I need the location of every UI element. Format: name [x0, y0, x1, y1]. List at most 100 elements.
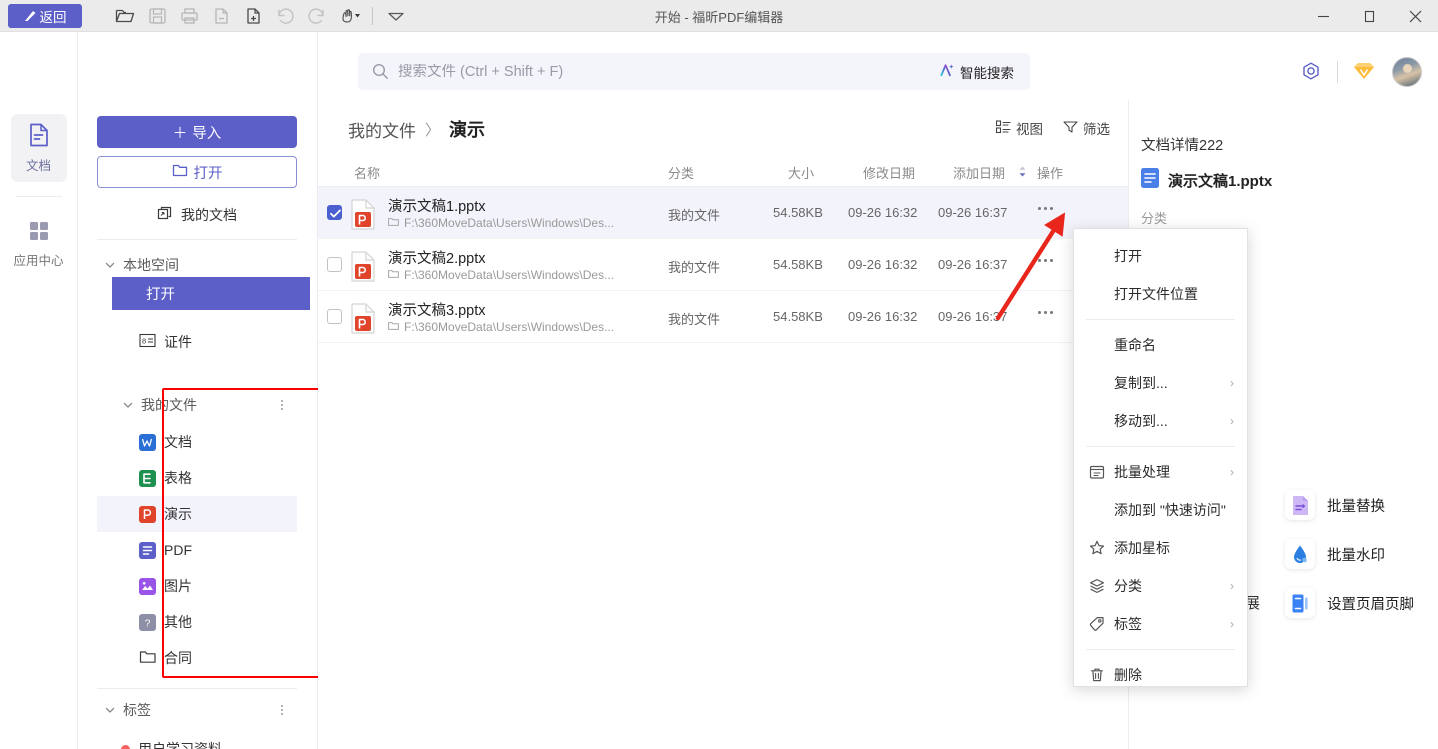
menu-item-category[interactable]: 分类 ›: [1074, 567, 1247, 605]
svg-text:8: 8: [142, 337, 146, 346]
maximize-button[interactable]: [1346, 0, 1392, 32]
folder-small-icon: [388, 320, 399, 334]
file-size: 54.58KB: [773, 257, 823, 272]
file-name[interactable]: 演示文稿1.pptx: [388, 195, 486, 216]
view-list-icon: [995, 119, 1011, 137]
column-header-size[interactable]: 大小: [788, 163, 814, 182]
open-button[interactable]: 打开: [97, 156, 297, 188]
back-button[interactable]: 返回: [8, 3, 82, 28]
user-avatar[interactable]: [1392, 57, 1422, 87]
group-tags[interactable]: 标签: [97, 695, 297, 725]
pptx-file-icon: [350, 251, 377, 282]
row-checkbox[interactable]: [327, 257, 342, 272]
tool-batch-watermark[interactable]: 批量水印: [1285, 539, 1385, 569]
tool-batch-replace[interactable]: 批量替换: [1285, 490, 1385, 520]
menu-item-move-to[interactable]: 移动到... ›: [1074, 402, 1247, 440]
column-header-category[interactable]: 分类: [668, 163, 694, 182]
view-toggle-button[interactable]: 视图: [995, 118, 1043, 138]
search-bar[interactable]: 智能搜索: [358, 53, 1030, 90]
import-button[interactable]: ＋ 导入: [97, 116, 297, 148]
sidebar-item-images[interactable]: 图片: [97, 568, 297, 604]
group-tags-label: 标签: [123, 702, 151, 718]
rail-item-app-center[interactable]: 应用中心: [11, 211, 67, 277]
sidebar-item-documents-label: 文档: [164, 434, 192, 450]
file-name[interactable]: 演示文稿2.pptx: [388, 247, 486, 268]
details-panel-title: 文档详情222: [1141, 138, 1224, 154]
group-menu-icon[interactable]: [281, 400, 283, 410]
gear-hex-icon[interactable]: [1291, 53, 1331, 91]
sidebar-item-pdf[interactable]: PDF: [97, 532, 297, 568]
application-window: 返回 开始 - 福昕PDF编辑器 搜索文件 (Ctrl + Shift + F)…: [0, 0, 1438, 749]
sidebar-item-certificates[interactable]: 8 证件: [97, 324, 297, 360]
menu-divider: [1086, 319, 1235, 320]
context-menu: 打开 打开文件位置 重命名 复制到... › 移动到... › 批量处理 › 添…: [1073, 228, 1248, 687]
sidebar-item-other[interactable]: ? 其他: [97, 604, 297, 640]
pptx-file-icon: [350, 199, 377, 230]
menu-item-add-quick-access[interactable]: 添加到 "快速访问": [1074, 491, 1247, 529]
rail-item-documents[interactable]: 文档: [10, 114, 67, 182]
row-actions-menu-icon[interactable]: [1038, 259, 1053, 262]
menu-item-open-file-location[interactable]: 打开文件位置: [1074, 275, 1247, 313]
close-button[interactable]: [1392, 0, 1438, 32]
table-row[interactable]: 演示文稿1.pptx F:\360MoveData\Users\Windows\…: [318, 187, 1128, 239]
group-my-files[interactable]: 我的文件: [97, 390, 297, 420]
sidebar-item-spreadsheets[interactable]: 表格: [97, 460, 297, 496]
menu-item-open[interactable]: 打开: [1074, 237, 1247, 275]
row-actions-menu-icon[interactable]: [1038, 207, 1053, 210]
save-icon[interactable]: [142, 3, 172, 29]
row-checkbox[interactable]: [327, 309, 342, 324]
group-menu-icon[interactable]: [281, 705, 283, 715]
hand-tool-icon[interactable]: [334, 3, 364, 29]
new-page-icon[interactable]: [238, 3, 268, 29]
open-folder-icon[interactable]: [110, 3, 140, 29]
sidebar-item-presentations[interactable]: 演示: [97, 496, 297, 532]
apps-grid-icon: [28, 220, 50, 245]
minimize-button[interactable]: [1300, 0, 1346, 32]
file-category: 我的文件: [668, 260, 721, 275]
menu-item-rename[interactable]: 重命名: [1074, 326, 1247, 364]
menu-item-open-label: 打开: [1114, 248, 1142, 264]
menu-item-add-star-label: 添加星标: [1114, 540, 1170, 556]
copy-page-icon[interactable]: [206, 3, 236, 29]
sidebar-item-documents[interactable]: 文档: [97, 424, 297, 460]
menu-item-copy-to[interactable]: 复制到... ›: [1074, 364, 1247, 402]
toolbar-divider: [372, 6, 373, 25]
main-content: 我的文件 〉 演示 视图 筛选 名称 分类 大小 修改日期 添加日期 操作 演示…: [318, 100, 1128, 749]
table-row[interactable]: 演示文稿2.pptx F:\360MoveData\Users\Windows\…: [318, 239, 1128, 291]
menu-item-tag[interactable]: 标签 ›: [1074, 605, 1247, 643]
print-icon[interactable]: [174, 3, 204, 29]
menu-item-delete[interactable]: 删除: [1074, 656, 1247, 694]
row-actions-menu-icon[interactable]: [1038, 311, 1053, 314]
menu-item-add-star[interactable]: 添加星标: [1074, 529, 1247, 567]
tool-header-footer[interactable]: 设置页眉页脚: [1285, 588, 1414, 618]
redo-icon[interactable]: [302, 3, 332, 29]
file-added-date: 09-26 16:37: [938, 257, 1008, 272]
breadcrumb-root[interactable]: 我的文件: [348, 117, 416, 142]
excel-icon: [139, 469, 156, 487]
undo-icon[interactable]: [270, 3, 300, 29]
folder-open-icon: [172, 163, 188, 182]
row-checkbox[interactable]: [327, 205, 342, 220]
search-input[interactable]: [398, 63, 938, 80]
left-nav-rail: 文档 应用中心: [0, 32, 78, 749]
vip-diamond-icon[interactable]: [1344, 53, 1384, 91]
column-header-modified[interactable]: 修改日期: [863, 163, 915, 182]
group-my-files-label: 我的文件: [141, 397, 197, 413]
more-chevron-icon[interactable]: [381, 3, 411, 29]
filter-button[interactable]: 筛选: [1063, 118, 1110, 138]
file-name[interactable]: 演示文稿3.pptx: [388, 299, 486, 320]
menu-item-batch-process[interactable]: 批量处理 ›: [1074, 453, 1247, 491]
sort-arrow-icon[interactable]: [1018, 165, 1027, 180]
ai-search-button[interactable]: 智能搜索: [938, 62, 1014, 82]
pdf-icon: [139, 541, 156, 559]
group-local-space[interactable]: 本地空间: [97, 250, 297, 280]
menu-item-open-file-location-label: 打开文件位置: [1114, 286, 1198, 302]
table-row[interactable]: 演示文稿3.pptx F:\360MoveData\Users\Windows\…: [318, 291, 1128, 343]
my-documents-link[interactable]: 我的文档: [97, 200, 297, 230]
column-header-added[interactable]: 添加日期: [953, 163, 1005, 182]
details-open-button[interactable]: 打开: [112, 277, 310, 310]
column-header-name[interactable]: 名称: [354, 163, 380, 182]
sidebar-item-contracts[interactable]: 合同: [97, 640, 297, 676]
menu-item-category-label: 分类: [1114, 578, 1142, 594]
sidebar-tag-user-study[interactable]: 用户学习资料: [97, 731, 297, 749]
